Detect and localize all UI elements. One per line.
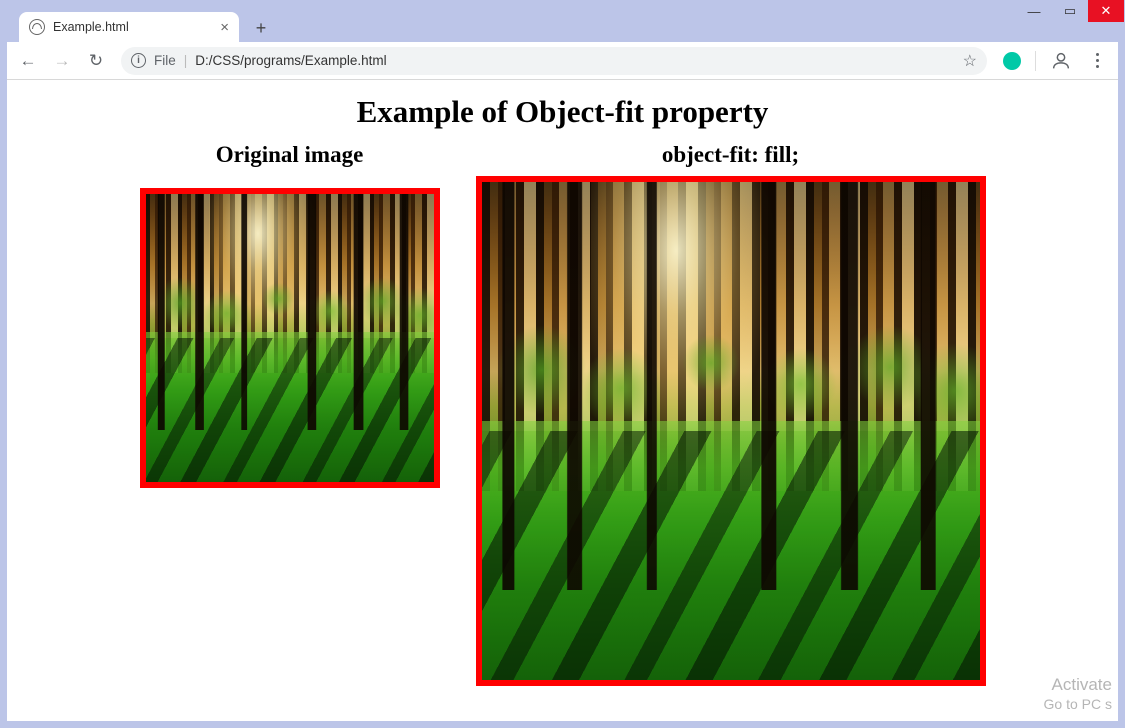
object-fit-fill-label: object-fit: fill; bbox=[662, 142, 799, 168]
watermark-line2: Go to PC s bbox=[1044, 696, 1112, 714]
object-fit-fill-image bbox=[476, 176, 986, 686]
maximize-button[interactable]: ▭ bbox=[1052, 0, 1088, 22]
address-scheme: File bbox=[154, 53, 176, 68]
browser-toolbar: ← → ↻ i File | D:/CSS/programs/Example.h… bbox=[7, 42, 1118, 80]
page-heading: Example of Object-fit property bbox=[27, 94, 1098, 130]
bookmark-star-icon[interactable]: ☆ bbox=[963, 51, 977, 71]
profile-avatar-icon[interactable] bbox=[1048, 48, 1074, 74]
forward-button[interactable]: → bbox=[47, 46, 77, 76]
page-content: Example of Object-fit property Original … bbox=[7, 80, 1118, 721]
browser-tab[interactable]: Example.html × bbox=[19, 12, 239, 42]
toolbar-separator bbox=[1035, 51, 1036, 71]
tab-strip: Example.html × + bbox=[7, 8, 1118, 42]
address-bar[interactable]: i File | D:/CSS/programs/Example.html ☆ bbox=[121, 47, 987, 75]
minimize-button[interactable]: — bbox=[1016, 0, 1052, 22]
extension-icon[interactable] bbox=[1003, 52, 1021, 70]
globe-icon bbox=[29, 19, 45, 35]
back-button[interactable]: ← bbox=[13, 46, 43, 76]
new-tab-button[interactable]: + bbox=[247, 14, 275, 42]
address-path: D:/CSS/programs/Example.html bbox=[195, 53, 954, 68]
close-tab-button[interactable]: × bbox=[220, 20, 229, 35]
reload-button[interactable]: ↻ bbox=[81, 46, 111, 76]
menu-button[interactable] bbox=[1082, 53, 1112, 68]
original-image bbox=[140, 188, 440, 488]
original-image-label: Original image bbox=[216, 142, 364, 168]
tab-title: Example.html bbox=[53, 20, 212, 34]
address-separator: | bbox=[184, 53, 188, 68]
window-controls: — ▭ ✕ bbox=[1016, 0, 1124, 22]
info-icon[interactable]: i bbox=[131, 53, 146, 68]
close-window-button[interactable]: ✕ bbox=[1088, 0, 1124, 22]
